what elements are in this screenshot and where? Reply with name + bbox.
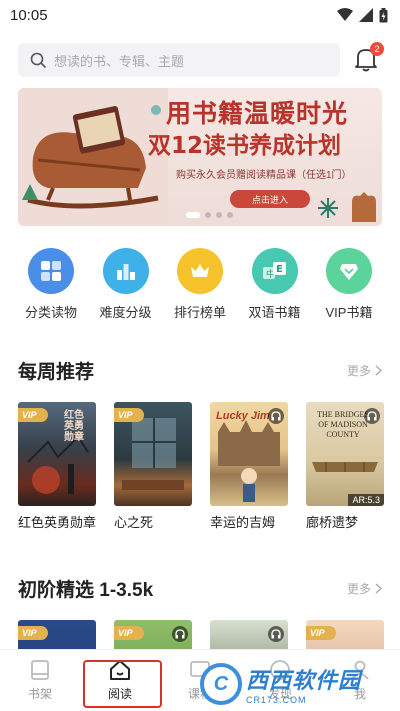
snowflake-icon bbox=[318, 198, 338, 218]
banner-pagination bbox=[186, 212, 233, 218]
nav-label: 书架 bbox=[27, 687, 52, 701]
bookshelf-icon bbox=[31, 660, 49, 680]
category-vip[interactable]: VIP书籍 bbox=[316, 248, 382, 321]
weekly-section-header: 每周推荐 更多 bbox=[18, 356, 382, 384]
search-input[interactable]: 想读的书、专辑、主题 bbox=[18, 43, 340, 77]
wifi-icon bbox=[337, 8, 353, 21]
crown-icon bbox=[177, 248, 223, 294]
category-label: 双语书籍 bbox=[248, 305, 301, 320]
watermark-logo-icon: C bbox=[200, 663, 242, 705]
book-card[interactable]: VIP 心之死 bbox=[114, 402, 192, 533]
category-classified[interactable]: 分类读物 bbox=[18, 248, 84, 321]
weekly-book-list: VIP 红色英勇勋章 红色英勇勋章 VIP 心之死 Lucky Jim 幸运的吉… bbox=[18, 402, 388, 533]
book-title: 幸运的吉姆 bbox=[210, 515, 276, 530]
audio-badge bbox=[364, 408, 380, 424]
vip-badge: VIP bbox=[114, 408, 144, 422]
banner-dot-active[interactable] bbox=[186, 212, 200, 218]
more-label: 更多 bbox=[346, 581, 371, 596]
audio-badge bbox=[172, 626, 188, 642]
active-tab-highlight bbox=[83, 660, 162, 708]
banner-enter-button[interactable]: 点击进入 bbox=[230, 190, 310, 208]
book-card[interactable]: VIP bbox=[114, 620, 192, 650]
section-title: 每周推荐 bbox=[18, 361, 95, 383]
book-title: 红色英勇勋章 bbox=[18, 515, 97, 530]
vip-badge: VIP bbox=[18, 626, 48, 640]
grid-icon bbox=[28, 248, 74, 294]
headphones-icon bbox=[175, 629, 185, 639]
category-label: VIP书籍 bbox=[325, 305, 373, 320]
category-label: 排行榜单 bbox=[173, 305, 226, 320]
cookie-illustration bbox=[352, 192, 376, 222]
banner-subtitle: 购买永久会员赠阅读精品课（任选1门） bbox=[176, 170, 352, 181]
vip-diamond-icon bbox=[326, 248, 372, 294]
banner-title-line2: 双12读书养成计划 bbox=[148, 133, 342, 159]
status-time: 10:05 bbox=[10, 6, 48, 24]
banner-title-line1: 用书籍温暖时光 bbox=[166, 99, 349, 128]
ar-level-badge: AR:5.3 bbox=[348, 494, 384, 506]
book-card[interactable]: VIP 红色英勇勋章 红色英勇勋章 bbox=[18, 402, 96, 533]
audio-badge bbox=[268, 408, 284, 424]
headphones-icon bbox=[271, 411, 281, 421]
search-icon bbox=[30, 52, 46, 68]
promo-banner[interactable]: 用书籍温暖时光 双12读书养成计划 购买永久会员赠阅读精品课（任选1门） 点击进… bbox=[18, 88, 382, 226]
book-cover: THE BRIDGES OF MADISON COUNTY AR:5.3 bbox=[306, 402, 384, 506]
notification-badge: 2 bbox=[370, 42, 384, 56]
level-bars-icon bbox=[102, 248, 149, 294]
beginner-section-header: 初阶精选 1-3.5k 更多 bbox=[18, 574, 382, 602]
watermark-main: 西西软件园 bbox=[246, 668, 362, 693]
more-label: 更多 bbox=[346, 363, 371, 378]
book-card[interactable]: THE BRIDGES OF MADISON COUNTY AR:5.3 廊桥遗… bbox=[306, 402, 384, 533]
nav-bookshelf[interactable]: 书架 bbox=[0, 650, 80, 711]
category-ranking[interactable]: 排行榜单 bbox=[167, 248, 233, 321]
book-card[interactable]: VIP bbox=[306, 620, 384, 650]
book-cover bbox=[210, 620, 288, 650]
chevron-right-icon bbox=[375, 582, 382, 594]
site-watermark: C 西西软件园 CR173.COM bbox=[200, 660, 396, 708]
category-bilingual[interactable]: 中E 双语书籍 bbox=[242, 248, 308, 321]
book-cover: VIP bbox=[114, 402, 192, 506]
vip-badge: VIP bbox=[18, 408, 48, 422]
category-difficulty[interactable]: 难度分级 bbox=[93, 248, 159, 321]
search-placeholder: 想读的书、专辑、主题 bbox=[54, 53, 185, 69]
headphones-icon bbox=[367, 411, 377, 421]
vip-badge: VIP bbox=[306, 626, 336, 640]
bilingual-icon: 中E bbox=[251, 248, 298, 294]
headphones-icon bbox=[271, 629, 281, 639]
book-cover: VIP bbox=[18, 620, 96, 650]
cover-title: 红色英勇勋章 bbox=[64, 410, 84, 443]
chevron-right-icon bbox=[375, 364, 382, 376]
battery-icon bbox=[379, 7, 388, 22]
watermark-sub: CR173.COM bbox=[246, 695, 307, 705]
book-cover: Lucky Jim bbox=[210, 402, 288, 506]
category-shortcuts: 分类读物 难度分级 排行榜单 中E 双语书籍 VIP书籍 bbox=[18, 248, 382, 321]
book-card[interactable] bbox=[210, 620, 288, 650]
book-cover: VIP bbox=[306, 620, 384, 650]
weekly-more-link[interactable]: 更多 bbox=[347, 362, 382, 379]
banner-dot[interactable] bbox=[216, 212, 222, 218]
section-title: 初阶精选 1-3.5k bbox=[18, 579, 154, 601]
cover-title: Lucky Jim bbox=[216, 410, 270, 422]
notification-button[interactable]: 2 bbox=[354, 42, 384, 72]
category-label: 分类读物 bbox=[24, 305, 77, 320]
book-cover: VIP 红色英勇勋章 bbox=[18, 402, 96, 506]
status-bar: 10:05 bbox=[0, 0, 400, 30]
audio-badge bbox=[268, 626, 284, 642]
category-label: 难度分级 bbox=[99, 305, 152, 320]
status-icons bbox=[337, 7, 388, 23]
banner-dot[interactable] bbox=[205, 212, 211, 218]
svg-text:E: E bbox=[276, 264, 283, 275]
watermark-text: 西西软件园 CR173.COM bbox=[246, 663, 361, 705]
sleigh-illustration bbox=[18, 88, 168, 226]
book-title: 廊桥遗梦 bbox=[306, 515, 359, 530]
signal-icon bbox=[359, 8, 373, 22]
beginner-more-link[interactable]: 更多 bbox=[347, 580, 382, 597]
book-card[interactable]: VIP bbox=[18, 620, 96, 650]
book-title: 心之死 bbox=[114, 515, 154, 530]
book-cover: VIP bbox=[114, 620, 192, 650]
beginner-book-list: VIP VIP VIP bbox=[18, 620, 388, 650]
vip-badge: VIP bbox=[114, 626, 144, 640]
book-card[interactable]: Lucky Jim 幸运的吉姆 bbox=[210, 402, 288, 533]
banner-dot[interactable] bbox=[227, 212, 233, 218]
search-row: 想读的书、专辑、主题 2 bbox=[18, 42, 384, 78]
